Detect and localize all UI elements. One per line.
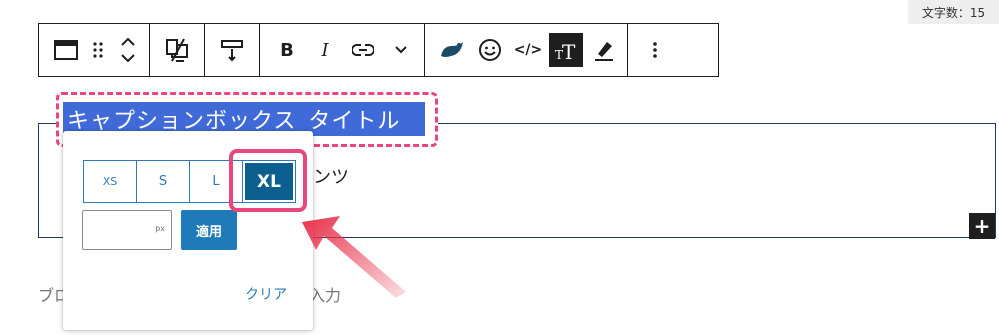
toolbar-group-options — [628, 24, 682, 76]
drag-handle-icon[interactable] — [85, 30, 111, 70]
emoji-icon[interactable] — [471, 30, 509, 70]
swell-icon[interactable] — [433, 30, 471, 70]
highlighter-icon[interactable] — [585, 30, 623, 70]
clear-button[interactable]: クリア — [245, 284, 287, 304]
block-type-icon[interactable] — [47, 30, 85, 70]
svg-text:T: T — [562, 40, 576, 61]
toolbar-group-format: B I — [260, 24, 424, 76]
vertical-spacing-icon[interactable] — [213, 30, 251, 70]
pointer-arrow-icon — [302, 216, 406, 298]
more-options-icon[interactable] — [636, 30, 674, 70]
xl-highlight-frame — [229, 149, 307, 212]
size-s-button[interactable]: S — [137, 161, 190, 202]
add-block-button[interactable]: + — [969, 213, 995, 239]
toolbar-group-transform — [150, 24, 204, 76]
caption-content[interactable]: ンツ — [313, 163, 349, 189]
toolbar-group-extra: </> TT — [425, 24, 627, 76]
move-up-down-icon[interactable] — [111, 30, 145, 70]
font-size-icon[interactable]: TT — [549, 33, 583, 67]
custom-size-input[interactable]: px — [82, 210, 172, 250]
link-icon[interactable] — [344, 30, 382, 70]
word-count: 文字数：15 — [908, 0, 999, 24]
block-toolbar: B I </> TT — [38, 23, 719, 77]
apply-button[interactable]: 適用 — [181, 210, 237, 250]
transform-device-icon[interactable] — [158, 30, 196, 70]
toolbar-group-block — [39, 24, 149, 76]
size-xs-button[interactable]: XS — [84, 161, 137, 202]
chevron-down-icon[interactable] — [382, 30, 420, 70]
italic-button[interactable]: I — [306, 30, 344, 70]
toolbar-group-align — [205, 24, 259, 76]
bold-button[interactable]: B — [268, 30, 306, 70]
code-button[interactable]: </> — [509, 30, 547, 70]
px-unit-label: px — [155, 224, 165, 233]
